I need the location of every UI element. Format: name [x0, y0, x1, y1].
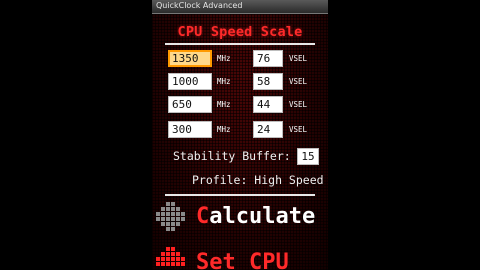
mhz-unit-1: MHz	[217, 54, 231, 63]
vsel-input-1[interactable]: 76	[253, 50, 283, 67]
mhz-unit-3: MHz	[217, 100, 231, 109]
vsel-unit-1: VSEL	[289, 54, 308, 63]
app-screen: QuickClock Advanced CPU Speed Scale 1350…	[152, 0, 328, 270]
page-title: CPU Speed Scale	[177, 24, 303, 40]
app-title: QuickClock Advanced	[156, 1, 243, 10]
vsel-unit-3: VSEL	[289, 100, 308, 109]
mhz-input-4[interactable]: 300	[168, 121, 212, 138]
mhz-input-1[interactable]: 1350	[168, 50, 212, 67]
calculator-icon	[156, 202, 185, 231]
vsel-input-2[interactable]: 58	[253, 73, 283, 90]
mhz-input-2[interactable]: 1000	[168, 73, 212, 90]
cpu-chip-icon	[156, 247, 185, 266]
divider-top	[165, 43, 315, 45]
title-bar: QuickClock Advanced	[152, 0, 328, 14]
vsel-unit-4: VSEL	[289, 125, 308, 134]
mhz-unit-2: MHz	[217, 77, 231, 86]
calculate-button[interactable]: Calculate	[152, 201, 328, 237]
calculate-label: Calculate	[196, 204, 316, 229]
vsel-input-4[interactable]: 24	[253, 121, 283, 138]
stability-buffer-input[interactable]: 15	[297, 148, 319, 165]
mhz-unit-4: MHz	[217, 125, 231, 134]
vsel-unit-2: VSEL	[289, 77, 308, 86]
set-cpu-button[interactable]: Set CPU	[152, 246, 328, 270]
profile-label[interactable]: Profile: High Speed	[192, 173, 324, 187]
set-cpu-label: Set CPU	[196, 250, 289, 270]
mhz-input-3[interactable]: 650	[168, 96, 212, 113]
stability-buffer-label: Stability Buffer:	[173, 149, 291, 163]
vsel-input-3[interactable]: 44	[253, 96, 283, 113]
divider-bottom	[165, 194, 315, 196]
